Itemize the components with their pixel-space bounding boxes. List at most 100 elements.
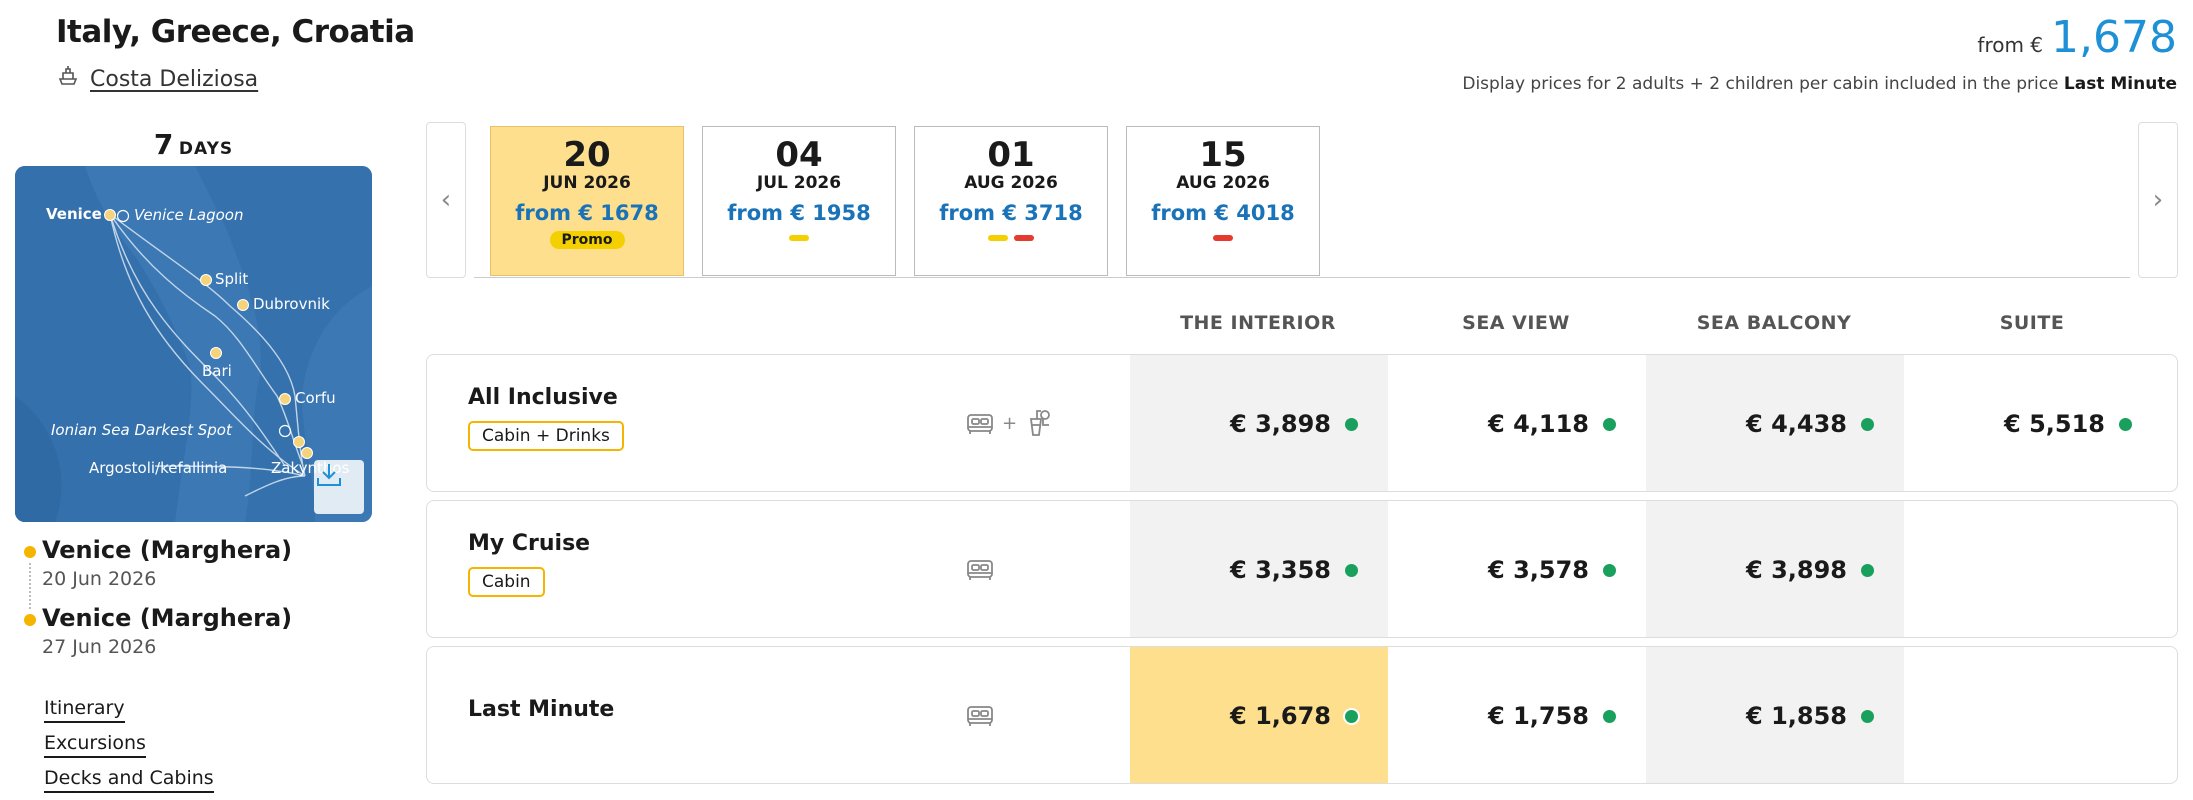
date-price: from € 3718 bbox=[939, 201, 1083, 225]
map-label-argostoli: Argostoli/kefallinia bbox=[89, 459, 228, 477]
prev-dates-button[interactable]: ‹ bbox=[426, 122, 466, 278]
price: € 1,758 bbox=[1488, 702, 1589, 730]
map-label-ionian: Ionian Sea Darkest Spot bbox=[51, 421, 232, 439]
bed-icon bbox=[967, 414, 993, 434]
days-number: 7 bbox=[153, 128, 174, 161]
available-dot bbox=[1345, 709, 1358, 723]
decks-cabins-link[interactable]: Decks and Cabins bbox=[44, 767, 214, 793]
date-price: from € 1678 bbox=[515, 201, 659, 225]
page-title: Italy, Greece, Croatia bbox=[56, 14, 415, 50]
price-cell-sea-balcony[interactable]: € 4,438 bbox=[1646, 355, 1904, 491]
itinerary-map[interactable]: Venice Venice Lagoon Split Dubrovnik Bar… bbox=[15, 166, 372, 522]
arrival-date: 27 Jun 2026 bbox=[42, 636, 157, 658]
arrival-port-name: Venice (Marghera) bbox=[42, 604, 293, 632]
date-card[interactable]: 04 JUL 2026 from € 1958 bbox=[702, 126, 896, 276]
display-note: Display prices for 2 adults + 2 children… bbox=[1462, 74, 2177, 94]
fare-tag: Cabin + Drinks bbox=[468, 421, 624, 451]
next-dates-button[interactable]: › bbox=[2138, 122, 2178, 278]
available-dot bbox=[1603, 709, 1616, 723]
column-header-suite: SUITE bbox=[1999, 312, 2065, 334]
itinerary-link[interactable]: Itinerary bbox=[44, 697, 125, 723]
column-header-interior: THE INTERIOR bbox=[1180, 312, 1336, 334]
date-month: JUN 2026 bbox=[543, 173, 631, 193]
price: € 1,678 bbox=[1230, 702, 1331, 730]
download-icon bbox=[317, 464, 341, 486]
date-selector: ‹ › 20 JUN 2026 from € 1678 Promo 04 JUL… bbox=[426, 122, 2178, 278]
port-dot bbox=[24, 546, 36, 558]
date-month: JUL 2026 bbox=[756, 173, 842, 193]
date-price: from € 4018 bbox=[1151, 201, 1295, 225]
date-day: 15 bbox=[1199, 135, 1247, 175]
availability-flags bbox=[703, 235, 895, 241]
map-label-corfu: Corfu bbox=[295, 389, 336, 407]
fare-icons bbox=[964, 553, 996, 585]
excursions-link[interactable]: Excursions bbox=[44, 732, 146, 758]
promo-badge: Promo bbox=[549, 231, 625, 249]
ship-link[interactable]: Costa Deliziosa bbox=[56, 64, 258, 94]
duration: 7 DAYS bbox=[15, 128, 372, 161]
ship-name: Costa Deliziosa bbox=[90, 66, 259, 92]
map-download-button[interactable] bbox=[314, 460, 364, 514]
price-cell-suite-empty bbox=[1904, 647, 2162, 783]
price: € 1,858 bbox=[1746, 702, 1847, 730]
bed-icon bbox=[967, 560, 993, 580]
map-label-venice: Venice bbox=[46, 205, 102, 223]
available-dot bbox=[1861, 563, 1874, 577]
fare-name: My Cruise bbox=[468, 531, 591, 556]
date-price: from € 1958 bbox=[727, 201, 871, 225]
fare-name: Last Minute bbox=[468, 697, 615, 722]
available-dot bbox=[1603, 417, 1616, 431]
price-cell-sea-balcony[interactable]: € 3,898 bbox=[1646, 501, 1904, 637]
map-label-venice-lagoon: Venice Lagoon bbox=[134, 206, 244, 224]
fare-name: All Inclusive bbox=[468, 385, 618, 410]
price: € 3,358 bbox=[1230, 556, 1331, 584]
fare-row-my-cruise: My Cruise Cabin € 3,358 € 3,578 € 3,898 bbox=[426, 500, 2178, 638]
price-from: from € 1,678 bbox=[1977, 12, 2177, 63]
price-cell-interior-selected[interactable]: € 1,678 bbox=[1130, 647, 1388, 783]
date-card[interactable]: 15 AUG 2026 from € 4018 bbox=[1126, 126, 1320, 276]
price-cell-sea-balcony[interactable]: € 1,858 bbox=[1646, 647, 1904, 783]
availability-flags bbox=[915, 235, 1107, 241]
available-dot bbox=[1345, 563, 1358, 577]
strip-divider bbox=[474, 277, 2130, 278]
price: € 5,518 bbox=[2004, 410, 2105, 438]
price: € 3,578 bbox=[1488, 556, 1589, 584]
date-month: AUG 2026 bbox=[1176, 173, 1270, 193]
fare-row-last-minute: Last Minute € 1,678 € 1,758 € 1,858 bbox=[426, 646, 2178, 784]
column-header-sea-balcony: SEA BALCONY bbox=[1696, 312, 1852, 334]
fare-tag: Cabin bbox=[468, 567, 545, 597]
from-label: from € bbox=[1977, 33, 2044, 57]
price: € 4,438 bbox=[1746, 410, 1847, 438]
date-day: 04 bbox=[775, 135, 823, 175]
date-card[interactable]: 01 AUG 2026 from € 3718 bbox=[914, 126, 1108, 276]
display-note-fare: Last Minute bbox=[2063, 74, 2177, 94]
available-dot bbox=[1861, 709, 1874, 723]
departure-date: 20 Jun 2026 bbox=[42, 568, 157, 590]
chevron-right-icon: › bbox=[2152, 185, 2164, 215]
ship-icon bbox=[56, 64, 80, 94]
plus-sign: + bbox=[1002, 412, 1018, 434]
column-header-sea-view: SEA VIEW bbox=[1462, 312, 1570, 334]
departure-port-name: Venice (Marghera) bbox=[42, 536, 293, 564]
fare-icons: + bbox=[964, 407, 1055, 439]
price-cell-interior[interactable]: € 3,898 bbox=[1130, 355, 1388, 491]
price-cell-sea-view[interactable]: € 4,118 bbox=[1388, 355, 1646, 491]
price-cell-suite[interactable]: € 5,518 bbox=[1904, 355, 2162, 491]
map-label-dubrovnik: Dubrovnik bbox=[253, 295, 330, 313]
date-day: 20 bbox=[563, 135, 611, 175]
red-flag bbox=[1213, 235, 1233, 241]
port-dot bbox=[24, 614, 36, 626]
price-cell-suite-empty bbox=[1904, 501, 2162, 637]
price-cell-sea-view[interactable]: € 3,578 bbox=[1388, 501, 1646, 637]
date-card[interactable]: 20 JUN 2026 from € 1678 Promo bbox=[490, 126, 684, 276]
days-label: DAYS bbox=[178, 139, 234, 159]
available-dot bbox=[1345, 417, 1358, 431]
map-label-bari: Bari bbox=[202, 362, 232, 380]
price: € 4,118 bbox=[1488, 410, 1589, 438]
price-cell-sea-view[interactable]: € 1,758 bbox=[1388, 647, 1646, 783]
price: € 3,898 bbox=[1746, 556, 1847, 584]
available-dot bbox=[2119, 417, 2132, 431]
price-cell-interior[interactable]: € 3,358 bbox=[1130, 501, 1388, 637]
availability-flags bbox=[1127, 235, 1319, 241]
bed-icon bbox=[967, 706, 993, 726]
